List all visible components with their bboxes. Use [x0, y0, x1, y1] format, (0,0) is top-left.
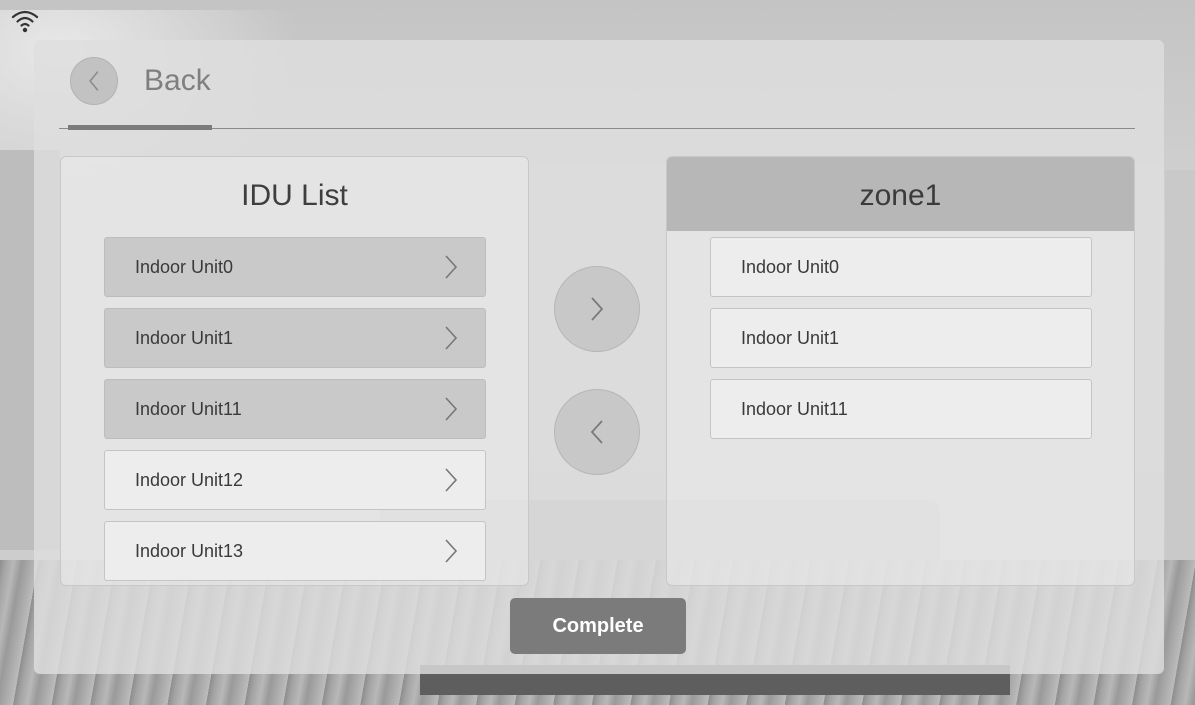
chevron-left-icon[interactable]	[70, 57, 118, 105]
idu-list: Indoor Unit0 Indoor Unit1 Indoor Unit11 …	[104, 237, 486, 585]
idu-list-item[interactable]: Indoor Unit11	[104, 379, 486, 439]
chevron-right-icon	[445, 255, 458, 279]
idu-list-item[interactable]: Indoor Unit1	[104, 308, 486, 368]
zone-list-item[interactable]: Indoor Unit11	[710, 379, 1092, 439]
chevron-right-icon	[445, 326, 458, 350]
idu-list-title: IDU List	[241, 179, 348, 212]
idu-list-item[interactable]: Indoor Unit12	[104, 450, 486, 510]
back-button[interactable]: Back	[70, 57, 211, 105]
header-divider	[59, 128, 1135, 129]
idu-item-label: Indoor Unit0	[135, 256, 234, 277]
header-divider-accent	[68, 125, 212, 130]
chevron-right-icon	[445, 468, 458, 492]
idu-item-label: Indoor Unit13	[135, 540, 244, 561]
idu-item-label: Indoor Unit12	[135, 469, 244, 490]
background-lamp	[1165, 170, 1195, 590]
zone-list-item[interactable]: Indoor Unit1	[710, 308, 1092, 368]
chevron-left-icon	[590, 420, 603, 444]
chevron-right-icon	[445, 397, 458, 421]
zone-list-item[interactable]: Indoor Unit0	[710, 237, 1092, 297]
zone-panel: zone1 Indoor Unit0 Indoor Unit1 Indoor U…	[666, 156, 1135, 586]
zone-title: zone1	[859, 179, 942, 212]
zone-item-label: Indoor Unit1	[741, 327, 840, 348]
wifi-icon	[10, 8, 40, 34]
idu-item-label: Indoor Unit11	[135, 398, 242, 419]
zone-item-label: Indoor Unit0	[741, 256, 840, 277]
chevron-right-icon	[591, 297, 604, 321]
zone-list: Indoor Unit0 Indoor Unit1 Indoor Unit11	[710, 237, 1092, 450]
zone-config-panel: Back IDU List Indoor Unit0 Indoor Unit1 …	[34, 40, 1164, 674]
idu-list-item[interactable]: Indoor Unit13	[104, 521, 486, 581]
chevron-right-icon	[445, 539, 458, 563]
back-label[interactable]: Back	[144, 64, 211, 98]
remove-from-zone-button[interactable]	[554, 389, 640, 475]
add-to-zone-button[interactable]	[554, 266, 640, 352]
complete-button[interactable]: Complete	[510, 598, 686, 654]
idu-list-panel: IDU List Indoor Unit0 Indoor Unit1 Indoo…	[60, 156, 529, 586]
idu-item-label: Indoor Unit1	[135, 327, 234, 348]
zone-item-label: Indoor Unit11	[741, 398, 848, 419]
idu-list-item[interactable]: Indoor Unit0	[104, 237, 486, 297]
